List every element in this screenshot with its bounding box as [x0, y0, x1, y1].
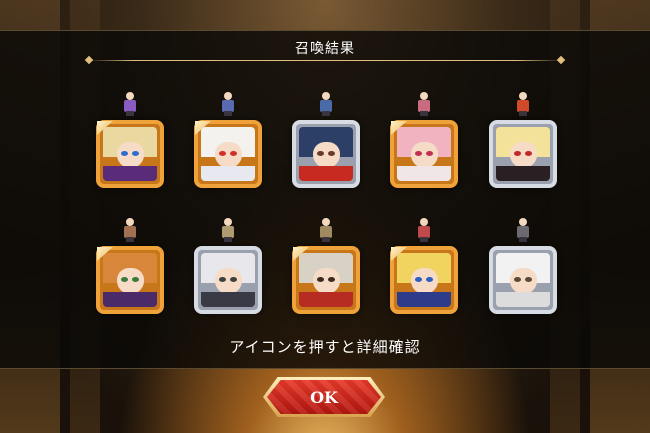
- sprite-head: [126, 218, 134, 226]
- unit-icon-frame[interactable]: [489, 120, 557, 188]
- sprite-head: [519, 218, 527, 226]
- portrait-face: [509, 142, 537, 169]
- unit-icon-frame[interactable]: [292, 120, 360, 188]
- unit-portrait: [397, 253, 451, 307]
- portrait-clothing: [397, 165, 451, 181]
- sprite-head: [519, 92, 527, 100]
- unit-sprite: [218, 92, 238, 116]
- sprite-legs: [420, 237, 428, 242]
- unit-sprite: [316, 92, 336, 116]
- portrait-clothing: [201, 165, 255, 181]
- page-title: 召喚結果: [295, 41, 355, 57]
- unit-portrait: [103, 253, 157, 307]
- sprite-head: [126, 92, 134, 100]
- sprite-legs: [224, 237, 232, 242]
- unit-icon-frame[interactable]: [390, 246, 458, 314]
- portrait-face: [116, 142, 144, 169]
- summon-result-5[interactable]: [489, 92, 557, 192]
- unit-icon-frame[interactable]: [194, 120, 262, 188]
- sprite-head: [322, 218, 330, 226]
- sprite-legs: [322, 237, 330, 242]
- portrait-clothing: [103, 291, 157, 307]
- portrait-face: [116, 268, 144, 295]
- portrait-clothing: [103, 165, 157, 181]
- sprite-head: [224, 218, 232, 226]
- unit-sprite: [513, 218, 533, 242]
- unit-sprite: [218, 218, 238, 242]
- portrait-clothing: [397, 291, 451, 307]
- unit-sprite: [120, 218, 140, 242]
- summon-result-6[interactable]: [96, 218, 164, 318]
- portrait-face: [214, 268, 242, 295]
- unit-icon-frame[interactable]: [489, 246, 557, 314]
- summon-result-3[interactable]: [292, 92, 360, 192]
- portrait-face: [312, 268, 340, 295]
- sprite-legs: [126, 237, 134, 242]
- portrait-face: [312, 142, 340, 169]
- ok-button[interactable]: OK: [263, 377, 385, 417]
- unit-icon-frame[interactable]: [96, 246, 164, 314]
- unit-portrait: [201, 127, 255, 181]
- unit-portrait: [397, 127, 451, 181]
- unit-portrait: [103, 127, 157, 181]
- sprite-head: [420, 218, 428, 226]
- portrait-clothing: [201, 291, 255, 307]
- portrait-clothing: [496, 165, 550, 181]
- unit-sprite: [414, 218, 434, 242]
- unit-sprite: [513, 92, 533, 116]
- portrait-clothing: [299, 291, 353, 307]
- portrait-face: [410, 268, 438, 295]
- sprite-head: [420, 92, 428, 100]
- portrait-face: [509, 268, 537, 295]
- summon-result-2[interactable]: [194, 92, 262, 192]
- sprite-legs: [322, 111, 330, 116]
- unit-icon-frame[interactable]: [96, 120, 164, 188]
- sprite-head: [224, 92, 232, 100]
- unit-portrait: [201, 253, 255, 307]
- sprite-legs: [420, 111, 428, 116]
- summon-result-10[interactable]: [489, 218, 557, 318]
- title-divider: [86, 60, 564, 61]
- unit-icon-frame[interactable]: [390, 120, 458, 188]
- portrait-clothing: [299, 165, 353, 181]
- hint-text: アイコンを押すと詳細確認: [229, 338, 421, 356]
- summon-result-1[interactable]: [96, 92, 164, 192]
- unit-sprite: [120, 92, 140, 116]
- sprite-legs: [126, 111, 134, 116]
- sprite-legs: [519, 237, 527, 242]
- sprite-legs: [224, 111, 232, 116]
- summon-result-7[interactable]: [194, 218, 262, 318]
- summon-result-8[interactable]: [292, 218, 360, 318]
- unit-icon-frame[interactable]: [194, 246, 262, 314]
- unit-portrait: [299, 127, 353, 181]
- unit-portrait: [299, 253, 353, 307]
- portrait-clothing: [496, 291, 550, 307]
- unit-portrait: [496, 127, 550, 181]
- unit-sprite: [414, 92, 434, 116]
- portrait-face: [410, 142, 438, 169]
- portrait-face: [214, 142, 242, 169]
- unit-icon-frame[interactable]: [292, 246, 360, 314]
- unit-sprite: [316, 218, 336, 242]
- sprite-head: [322, 92, 330, 100]
- unit-portrait: [496, 253, 550, 307]
- summon-result-4[interactable]: [390, 92, 458, 192]
- sprite-legs: [519, 111, 527, 116]
- summon-result-9[interactable]: [390, 218, 458, 318]
- results-panel: [0, 30, 650, 369]
- ok-button-label: OK: [310, 387, 338, 407]
